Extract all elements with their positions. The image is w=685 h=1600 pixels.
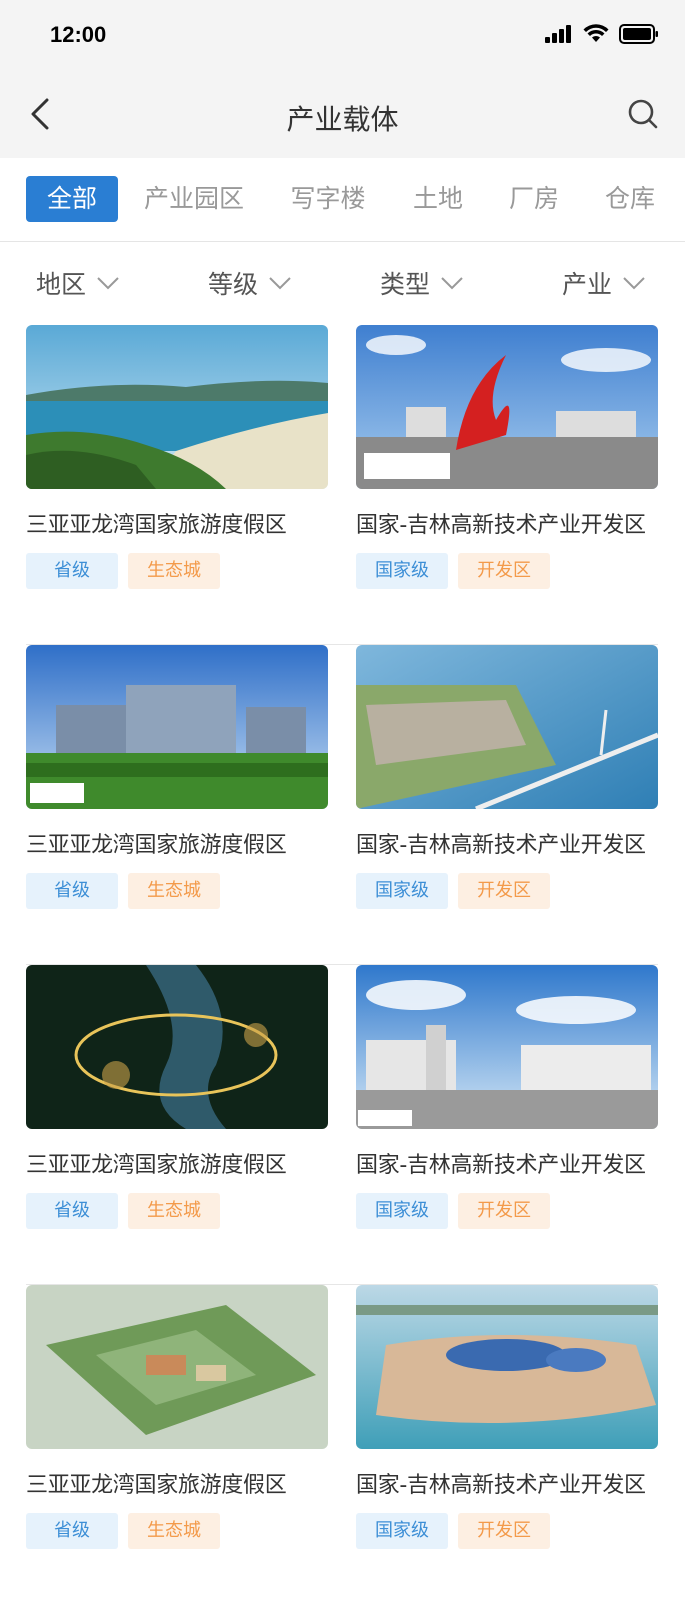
card-title: 三亚亚龙湾国家旅游度假区 xyxy=(26,1153,287,1178)
status-time: 12:00 xyxy=(50,22,107,47)
status-bar: 12:00 xyxy=(0,0,685,72)
tab-factory[interactable]: 厂房 xyxy=(504,176,564,222)
tab-warehouse[interactable]: 仓库 xyxy=(600,176,660,222)
filter-level-label: 等级 xyxy=(208,270,259,299)
card-title: 三亚亚龙湾国家旅游度假区 xyxy=(26,513,287,538)
filter-industry-label: 产业 xyxy=(562,270,613,299)
carrier-image-bay xyxy=(26,325,328,489)
nav-bar: 产业载体 xyxy=(0,72,685,158)
list-row: 三亚亚龙湾国家旅游度假区 省级 生态城 国家-吉林高新技术产业开发区 国家级 开… xyxy=(26,645,658,965)
carrier-card[interactable]: 三亚亚龙湾国家旅游度假区 省级 生态城 xyxy=(26,1285,328,1549)
card-title: 三亚亚龙湾国家旅游度假区 xyxy=(26,1473,287,1498)
carrier-image-port xyxy=(356,645,658,809)
filter-type-label: 类型 xyxy=(380,270,431,299)
level-tag: 国家级 xyxy=(356,873,448,909)
carrier-image-office xyxy=(26,645,328,809)
type-tag: 开发区 xyxy=(458,553,550,589)
chevron-down-icon xyxy=(97,277,119,290)
type-tag: 开发区 xyxy=(458,1513,550,1549)
chevron-down-icon xyxy=(441,277,463,290)
tab-land[interactable]: 土地 xyxy=(408,176,468,222)
page-title: 产业载体 xyxy=(286,103,399,136)
carrier-image-night-river xyxy=(26,965,328,1129)
status-icons xyxy=(545,24,659,44)
carrier-list: 三亚亚龙湾国家旅游度假区 省级 生态城 国家-吉林高新技术产业开发区 国家级 开… xyxy=(26,325,658,1600)
filter-industry[interactable]: 产业 xyxy=(562,265,646,301)
carrier-image-resort xyxy=(26,1285,328,1449)
carrier-image-waterfront xyxy=(356,1285,658,1449)
filter-type[interactable]: 类型 xyxy=(380,265,464,301)
level-tag: 国家级 xyxy=(356,1513,448,1549)
level-tag: 省级 xyxy=(26,1193,118,1229)
carrier-image-sculpture xyxy=(356,325,658,489)
list-row: 三亚亚龙湾国家旅游度假区 省级 生态城 国家-吉林高新技术产业开发区 国家级 开… xyxy=(26,1285,658,1600)
type-tag: 开发区 xyxy=(458,873,550,909)
battery-icon xyxy=(619,24,658,44)
tab-all[interactable]: 全部 xyxy=(26,176,118,222)
card-title: 国家-吉林高新技术产业开发区 xyxy=(356,513,646,538)
type-tag: 开发区 xyxy=(458,1193,550,1229)
filter-bar: 地区 等级 类型 产业 xyxy=(0,243,685,321)
chevron-down-icon xyxy=(269,277,291,290)
carrier-card[interactable]: 国家-吉林高新技术产业开发区 国家级 开发区 xyxy=(356,965,658,1229)
type-tag: 生态城 xyxy=(128,873,220,909)
list-row: 三亚亚龙湾国家旅游度假区 省级 生态城 国家-吉林高新技术产业开发区 国家级 开… xyxy=(26,965,658,1285)
list-row: 三亚亚龙湾国家旅游度假区 省级 生态城 国家-吉林高新技术产业开发区 国家级 开… xyxy=(26,325,658,645)
chevron-down-icon xyxy=(623,277,645,290)
type-tag: 生态城 xyxy=(128,1513,220,1549)
category-tabs: 全部 产业园区 写字楼 土地 厂房 仓库 xyxy=(0,158,685,242)
filter-region[interactable]: 地区 xyxy=(36,265,120,301)
level-tag: 国家级 xyxy=(356,1193,448,1229)
card-title: 国家-吉林高新技术产业开发区 xyxy=(356,1473,646,1498)
card-title: 国家-吉林高新技术产业开发区 xyxy=(356,1153,646,1178)
carrier-card[interactable]: 三亚亚龙湾国家旅游度假区 省级 生态城 xyxy=(26,325,328,589)
tab-industrial-park[interactable]: 产业园区 xyxy=(140,176,248,222)
carrier-card[interactable]: 三亚亚龙湾国家旅游度假区 省级 生态城 xyxy=(26,645,328,909)
carrier-card[interactable]: 国家-吉林高新技术产业开发区 国家级 开发区 xyxy=(356,325,658,589)
level-tag: 省级 xyxy=(26,553,118,589)
filter-level[interactable]: 等级 xyxy=(208,265,292,301)
search-button[interactable] xyxy=(623,94,663,134)
carrier-card[interactable]: 三亚亚龙湾国家旅游度假区 省级 生态城 xyxy=(26,965,328,1229)
level-tag: 国家级 xyxy=(356,553,448,589)
level-tag: 省级 xyxy=(26,1513,118,1549)
search-icon xyxy=(628,99,658,129)
level-tag: 省级 xyxy=(26,873,118,909)
filter-region-label: 地区 xyxy=(36,270,87,299)
carrier-image-factory xyxy=(356,965,658,1129)
signal-icon xyxy=(545,25,571,43)
card-title: 三亚亚龙湾国家旅游度假区 xyxy=(26,833,287,858)
type-tag: 生态城 xyxy=(128,1193,220,1229)
header-area: 12:00 产业载体 xyxy=(0,0,685,158)
type-tag: 生态城 xyxy=(128,553,220,589)
wifi-icon xyxy=(583,24,609,42)
carrier-card[interactable]: 国家-吉林高新技术产业开发区 国家级 开发区 xyxy=(356,645,658,909)
tab-office-building[interactable]: 写字楼 xyxy=(286,176,370,222)
carrier-card[interactable]: 国家-吉林高新技术产业开发区 国家级 开发区 xyxy=(356,1285,658,1549)
card-title: 国家-吉林高新技术产业开发区 xyxy=(356,833,646,858)
